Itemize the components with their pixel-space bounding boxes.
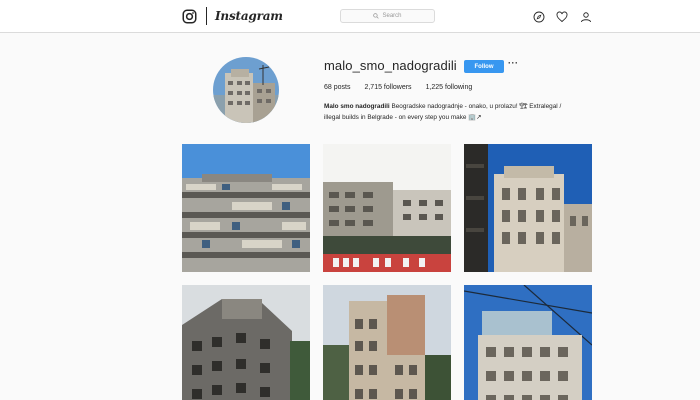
post-thumbnail[interactable] — [323, 285, 451, 400]
profile-avatar[interactable] — [213, 57, 279, 123]
profile-button[interactable] — [580, 10, 592, 28]
bio-line-2: illegal builds in Belgrade - on every st… — [324, 114, 482, 121]
posts-count: 68 posts — [324, 84, 351, 91]
search-placeholder: Search — [382, 13, 402, 19]
post-thumbnail[interactable] — [182, 144, 310, 272]
post-thumbnail[interactable] — [464, 144, 592, 272]
profile-stats: 68 posts 2,715 followers 1,225 following — [324, 84, 486, 91]
follow-button[interactable]: Follow — [464, 60, 504, 73]
post-image — [182, 144, 310, 272]
logo-divider — [206, 7, 207, 25]
search-input[interactable]: Search — [340, 9, 435, 23]
instagram-glyph-icon — [182, 9, 197, 23]
top-navigation-bar: Instagram Search — [0, 0, 700, 33]
post-thumbnail[interactable] — [464, 285, 592, 400]
followers-count[interactable]: 2,715 followers — [364, 84, 411, 91]
post-image — [323, 144, 451, 272]
profile-bio: Malo smo nadogradili Beogradske nadograd… — [324, 101, 589, 123]
bio-name: Malo smo nadogradili — [324, 103, 390, 110]
post-image — [323, 285, 451, 400]
bio-line-1: Beogradske nadogradnje - onako, u prolaz… — [389, 103, 562, 110]
person-icon — [581, 12, 591, 23]
profile-username: malo_smo_nadogradili — [324, 58, 457, 73]
post-image — [464, 144, 592, 272]
post-image — [182, 285, 310, 400]
following-count[interactable]: 1,225 following — [426, 84, 473, 91]
activity-button[interactable] — [556, 10, 568, 28]
instagram-logo[interactable]: Instagram — [182, 6, 283, 26]
post-thumbnail[interactable] — [323, 144, 451, 272]
post-thumbnail[interactable] — [182, 285, 310, 400]
search-icon — [373, 13, 380, 19]
heart-icon — [556, 11, 568, 23]
explore-button[interactable] — [533, 10, 545, 28]
more-options-button[interactable]: ··· — [508, 58, 519, 68]
compass-icon — [533, 11, 545, 23]
post-image — [464, 285, 592, 400]
avatar-image — [213, 57, 279, 123]
instagram-wordmark: Instagram — [215, 9, 283, 23]
